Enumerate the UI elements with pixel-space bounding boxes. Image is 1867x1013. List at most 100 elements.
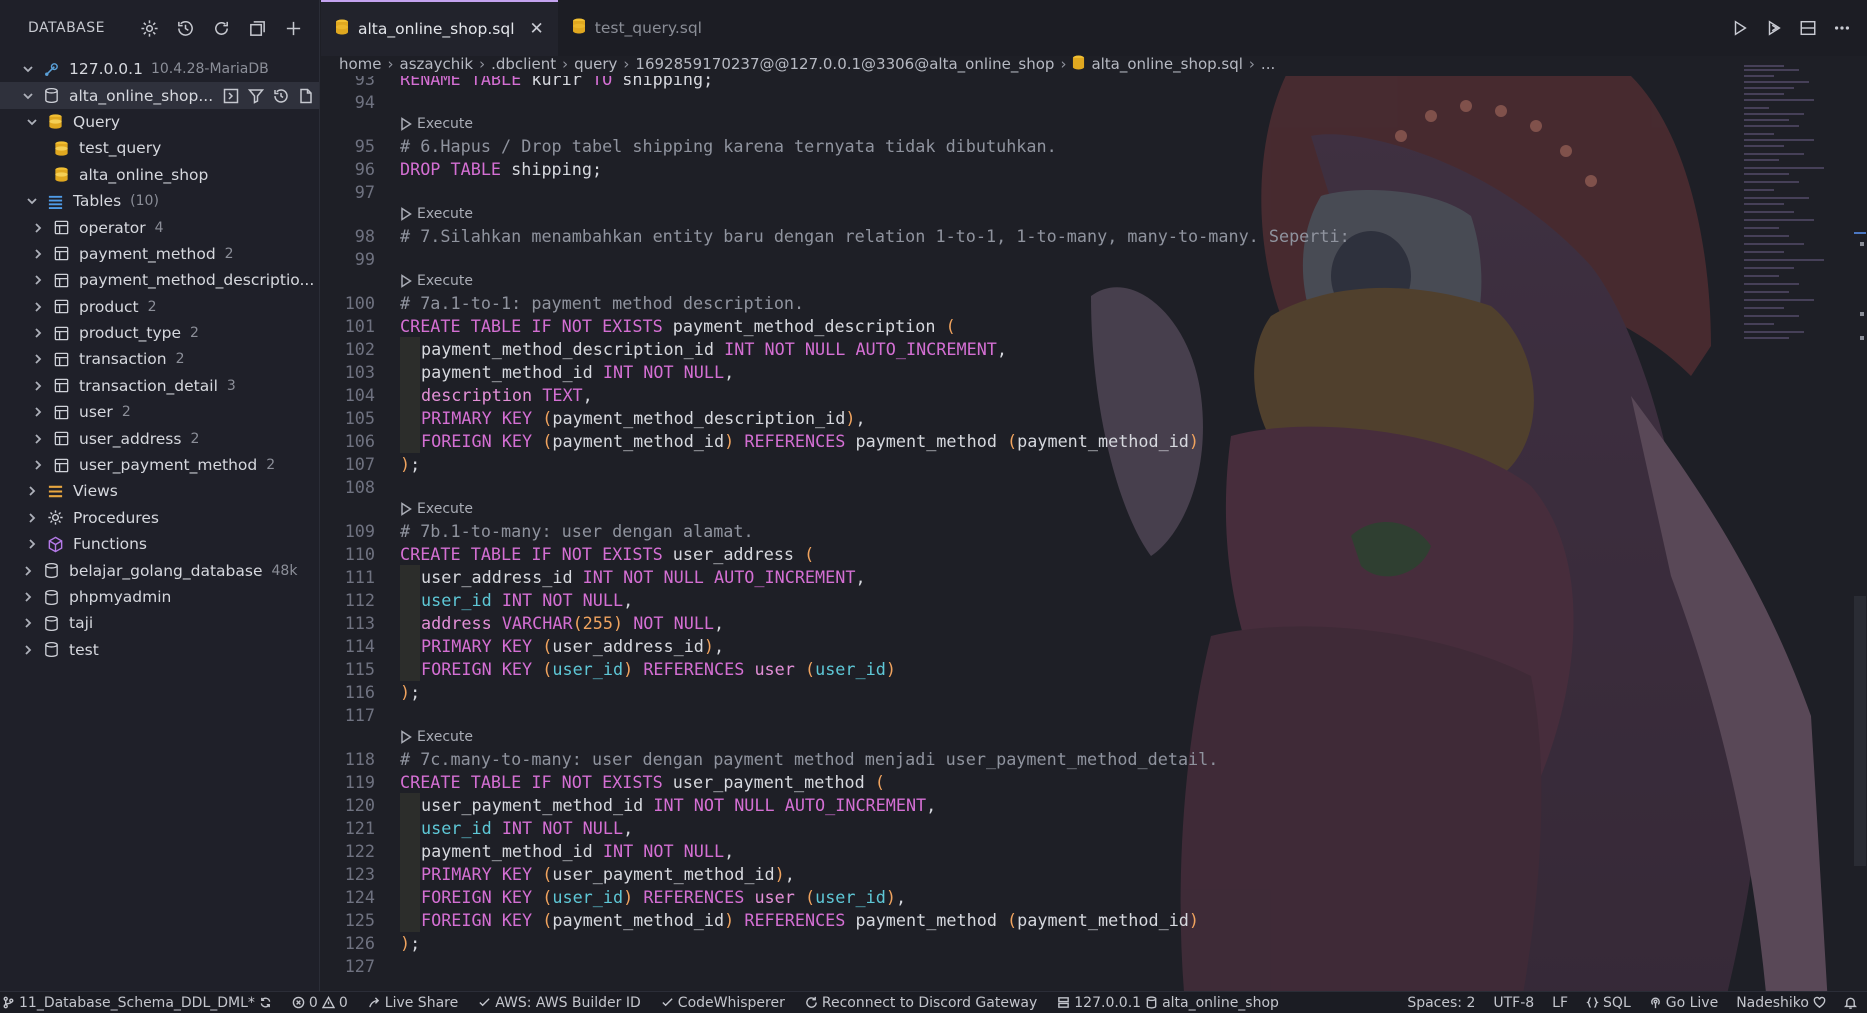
- chevron-right-icon[interactable]: [24, 483, 40, 499]
- history-icon[interactable]: [271, 86, 290, 105]
- add-connection-icon[interactable]: [279, 14, 307, 42]
- chevron-right-icon[interactable]: [20, 642, 36, 658]
- breadcrumb-segment[interactable]: 1692859170237@@127.0.0.1@3306@alta_onlin…: [635, 55, 1054, 73]
- run-icon[interactable]: [1729, 17, 1751, 39]
- tree-item[interactable]: transaction 2: [0, 346, 319, 372]
- indentation-item[interactable]: Spaces: 2: [1407, 995, 1475, 1011]
- chevron-right-icon[interactable]: [24, 536, 40, 552]
- code-token: user_address_id: [552, 635, 704, 656]
- chevron-down-icon[interactable]: [24, 114, 40, 130]
- execute-codelens[interactable]: Execute: [400, 113, 1721, 134]
- notifications-icon[interactable]: [1844, 996, 1857, 1009]
- tree-item-label: payment_method_descriptio...: [79, 271, 315, 290]
- tree-item[interactable]: test: [0, 637, 319, 663]
- git-branch-item[interactable]: 11_Database_Schema_DDL_DML*: [2, 995, 272, 1011]
- tab-test-query-sql[interactable]: test_query.sql: [558, 0, 716, 56]
- tree-item[interactable]: user_address 2: [0, 425, 319, 451]
- tree-item[interactable]: alta_online_shop...: [0, 82, 319, 109]
- settings-gear-icon[interactable]: [135, 14, 163, 42]
- problems-item[interactable]: 0 0: [292, 995, 348, 1011]
- tree-item[interactable]: payment_method_descriptio...: [0, 267, 319, 293]
- go-live-item[interactable]: Go Live: [1649, 995, 1718, 1011]
- code-text: CREATE TABLE IF NOT EXISTS user_payment_…: [400, 772, 885, 792]
- language-mode-item[interactable]: SQL: [1586, 995, 1631, 1011]
- tree-item[interactable]: transaction_detail 3: [0, 373, 319, 399]
- tree-item[interactable]: product_type 2: [0, 320, 319, 346]
- chevron-right-icon[interactable]: [20, 563, 36, 579]
- scrollbar-thumb[interactable]: [1854, 596, 1866, 866]
- tree-item[interactable]: 127.0.0.1 10.4.28-MariaDB: [0, 56, 319, 82]
- theme-item[interactable]: Nadeshiko: [1736, 995, 1826, 1011]
- breadcrumb-segment[interactable]: query: [574, 55, 617, 73]
- tree-item[interactable]: payment_method 2: [0, 241, 319, 267]
- vertical-scrollbar[interactable]: [1854, 76, 1866, 991]
- chevron-right-icon[interactable]: [30, 272, 46, 288]
- chevron-right-icon[interactable]: [30, 351, 46, 367]
- table-icon: [52, 298, 70, 316]
- chevron-right-icon[interactable]: [30, 404, 46, 420]
- tree-item[interactable]: Views: [0, 478, 319, 504]
- chevron-down-icon[interactable]: [20, 61, 36, 77]
- close-tab-icon[interactable]: ✕: [530, 19, 544, 39]
- execute-codelens[interactable]: Execute: [400, 203, 1721, 224]
- tree-item[interactable]: alta_online_shop: [0, 162, 319, 188]
- chevron-right-icon[interactable]: [30, 431, 46, 447]
- tree-item[interactable]: Query: [0, 109, 319, 135]
- minimap[interactable]: [1742, 64, 1837, 344]
- chevron-right-icon[interactable]: [20, 615, 36, 631]
- chevron-right-icon[interactable]: [30, 325, 46, 341]
- code-token: ,: [582, 384, 593, 405]
- breadcrumb-segment[interactable]: ...: [1261, 55, 1275, 73]
- codewhisperer-item[interactable]: CodeWhisperer: [661, 995, 785, 1011]
- execute-codelens[interactable]: Execute: [400, 270, 1721, 291]
- tree-item[interactable]: Functions: [0, 531, 319, 557]
- filter-icon[interactable]: [246, 86, 265, 105]
- chevron-right-icon[interactable]: [30, 378, 46, 394]
- chevron-right-icon[interactable]: [30, 457, 46, 473]
- eol-item[interactable]: LF: [1552, 995, 1568, 1011]
- split-editor-icon[interactable]: [1797, 17, 1819, 39]
- tree-item[interactable]: user_payment_method 2: [0, 452, 319, 478]
- db-connection-item[interactable]: 127.0.0.1 alta_online_shop: [1057, 995, 1279, 1011]
- tab-alta-online-shop-sql[interactable]: alta_online_shop.sql ✕: [321, 0, 558, 56]
- tree-item[interactable]: product 2: [0, 294, 319, 320]
- chevron-down-icon[interactable]: [20, 88, 36, 104]
- refresh-icon[interactable]: [207, 14, 235, 42]
- tree-item[interactable]: test_query: [0, 135, 319, 161]
- chevron-right-icon[interactable]: [24, 510, 40, 526]
- chevron-right-icon[interactable]: [20, 589, 36, 605]
- chevron-right-icon[interactable]: [30, 246, 46, 262]
- breadcrumb-segment[interactable]: .dbclient: [491, 55, 556, 73]
- discord-reconnect-item[interactable]: Reconnect to Discord Gateway: [805, 995, 1037, 1011]
- new-file-icon[interactable]: [296, 86, 315, 105]
- code-text: user_payment_method_id INT NOT NULL AUTO…: [400, 792, 936, 817]
- aws-item[interactable]: AWS: AWS Builder ID: [478, 995, 641, 1011]
- chevron-right-icon[interactable]: [30, 299, 46, 315]
- more-actions-icon[interactable]: [1831, 17, 1853, 39]
- collapse-all-icon[interactable]: [243, 14, 271, 42]
- tree-item[interactable]: phpmyadmin: [0, 584, 319, 610]
- code-line: 118 # 7c.many-to-many: user dengan paymen…: [321, 747, 1721, 770]
- live-share-item[interactable]: Live Share: [368, 995, 458, 1011]
- tree-item[interactable]: taji: [0, 610, 319, 636]
- chevron-right-icon[interactable]: [30, 220, 46, 236]
- breadcrumb-segment[interactable]: alta_online_shop.sql: [1091, 55, 1242, 73]
- history-icon[interactable]: [171, 14, 199, 42]
- code-editor[interactable]: 93 RENAME TABLE kurir TO shipping; 94 Execu…: [321, 76, 1846, 991]
- tree-item[interactable]: user 2: [0, 399, 319, 425]
- open-query-icon[interactable]: [221, 86, 240, 105]
- execute-codelens[interactable]: Execute: [400, 498, 1721, 519]
- tree-item[interactable]: Procedures: [0, 505, 319, 531]
- tree-item-label: alta_online_shop: [79, 165, 209, 184]
- tree-item[interactable]: Tables (10): [0, 188, 319, 214]
- tree-item[interactable]: belajar_golang_database 48k: [0, 557, 319, 583]
- execute-codelens[interactable]: Execute: [400, 726, 1721, 747]
- breadcrumb-segment[interactable]: home: [339, 55, 382, 73]
- encoding-item[interactable]: UTF-8: [1493, 995, 1534, 1011]
- chevron-right-icon: ›: [562, 55, 569, 73]
- breadcrumb-segment[interactable]: aszaychik: [400, 55, 474, 73]
- run-current-icon[interactable]: [1763, 17, 1785, 39]
- chevron-down-icon[interactable]: [24, 193, 40, 209]
- item-count: 2: [224, 245, 234, 262]
- tree-item[interactable]: operator 4: [0, 214, 319, 240]
